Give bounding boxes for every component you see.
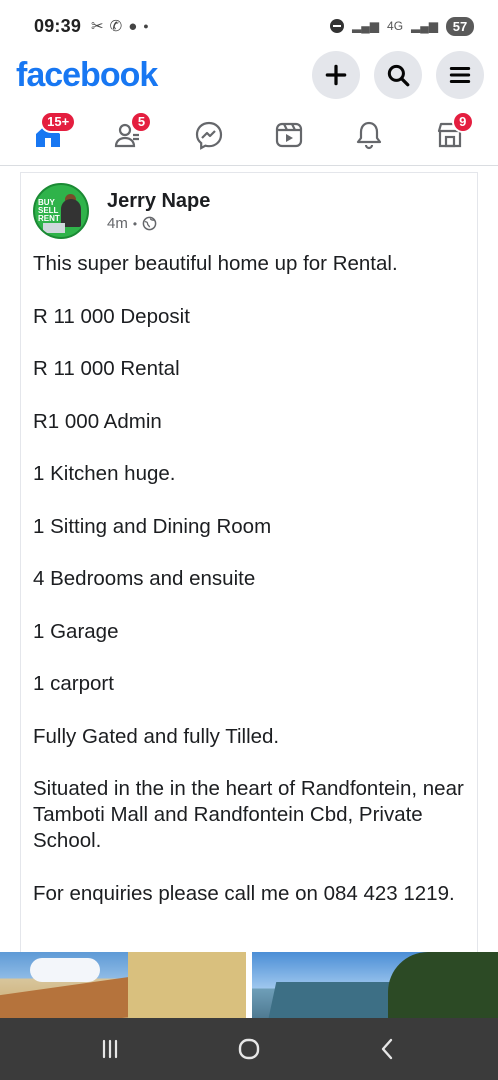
post-paragraph: 1 carport	[33, 672, 114, 695]
status-bar: 09:39 ✂ ✆ ● ● ▂▄▆ 4G ▂▄▆ 57	[0, 0, 498, 52]
menu-button[interactable]	[436, 51, 484, 99]
tab-home[interactable]: 15+	[20, 107, 77, 163]
video-icon	[276, 122, 303, 147]
tab-friends[interactable]: 5	[100, 107, 156, 163]
globe-icon	[142, 216, 157, 231]
marketplace-badge: 9	[451, 110, 474, 133]
post-paragraph: R 11 000 Rental	[33, 357, 180, 380]
recent-apps-icon	[102, 1039, 117, 1059]
post-photo[interactable]	[0, 952, 246, 1018]
back-button[interactable]	[358, 1024, 418, 1074]
do-not-disturb-icon	[330, 19, 345, 33]
battery-icon: 57	[446, 16, 474, 36]
missed-call-icon: ✂	[91, 18, 104, 35]
dot-icon: ●	[143, 21, 149, 31]
post-body: This super beautiful home up for Rental.…	[21, 239, 477, 907]
post-time-label: 4m	[107, 215, 128, 232]
status-time: 09:39	[34, 15, 82, 36]
post-photo[interactable]	[252, 952, 498, 1018]
status-notification-icons: ✂ ✆ ● ●	[91, 17, 149, 36]
add-icon	[325, 64, 347, 86]
chat-icon: ●	[128, 17, 138, 35]
friends-badge: 5	[130, 110, 153, 133]
home-circle-icon	[238, 1038, 260, 1060]
post-header: BUY SELL RENT Jerry Nape 4m •	[21, 173, 477, 239]
post-paragraph: This super beautiful home up for Rental.	[33, 252, 398, 275]
signal-icon: ▂▄▆	[352, 19, 380, 33]
post-paragraph: 1 Sitting and Dining Room	[33, 514, 272, 538]
header-actions	[312, 51, 484, 99]
post-paragraph: Situated in the in the heart of Randfont…	[33, 777, 464, 852]
post-paragraph: R1 000 Admin	[33, 409, 162, 433]
signal-icon-2: ▂▄▆	[411, 19, 438, 33]
post-photos	[0, 952, 498, 1018]
post-timestamp[interactable]: 4m •	[107, 215, 210, 232]
avatar[interactable]: BUY SELL RENT	[33, 183, 89, 239]
tab-notifications[interactable]	[341, 107, 397, 163]
search-button[interactable]	[374, 51, 422, 99]
post-meta: Jerry Nape 4m •	[107, 190, 210, 232]
search-icon	[387, 64, 410, 87]
system-nav-bar	[0, 1018, 498, 1080]
facebook-logo[interactable]: facebook	[16, 56, 158, 95]
post-paragraph: 1 Kitchen huge.	[33, 462, 176, 485]
home-badge: 15+	[40, 110, 77, 133]
post-paragraph: 4 Bedrooms and ensuite	[33, 567, 256, 590]
app-header: facebook	[0, 50, 498, 100]
status-right-icons: ▂▄▆ 4G ▂▄▆ 57	[330, 16, 474, 36]
whatsapp-icon: ✆	[109, 18, 123, 35]
nav-tabs: 15+ 5 9	[0, 104, 498, 166]
tab-messenger[interactable]	[181, 107, 237, 163]
tab-marketplace[interactable]: 9	[422, 107, 478, 163]
post-paragraph: For enquiries please call me on 084 423 …	[33, 881, 455, 905]
tab-video[interactable]	[261, 107, 317, 163]
network-type-label: 4G	[387, 19, 404, 33]
menu-icon	[449, 66, 471, 84]
recent-apps-button[interactable]	[80, 1024, 140, 1074]
bell-icon	[357, 121, 382, 149]
post-card: BUY SELL RENT Jerry Nape 4m • This super…	[20, 172, 478, 952]
avatar-logo-text: BUY SELL RENT	[38, 198, 60, 223]
create-button[interactable]	[312, 51, 360, 99]
post-paragraph: R 11 000 Deposit	[33, 304, 190, 328]
messenger-icon	[195, 121, 222, 150]
post-paragraph: Fully Gated and fully Tilled.	[33, 724, 280, 748]
back-icon	[382, 1038, 393, 1060]
home-button[interactable]	[219, 1024, 279, 1074]
post-paragraph: 1 Garage	[33, 619, 119, 643]
author-name[interactable]: Jerry Nape	[107, 190, 210, 213]
